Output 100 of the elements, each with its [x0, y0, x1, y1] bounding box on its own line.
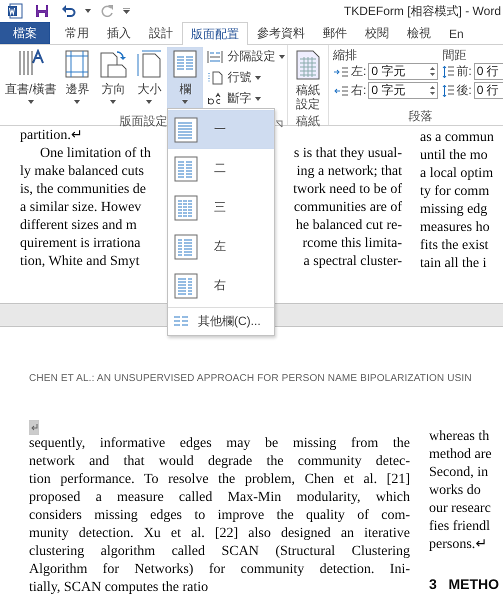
text-line: fies friendl [429, 518, 492, 536]
column-layout-icon [174, 116, 198, 142]
text-line: until the mo [420, 147, 489, 165]
spin-up-icon[interactable] [430, 67, 436, 70]
text-line: fits the exist [420, 237, 490, 255]
text-fragment: a spectral cluster- [304, 253, 402, 271]
caret-icon [74, 100, 80, 104]
menu-item[interactable]: 一 [168, 110, 274, 149]
running-header: CHEN ET AL.: AN UNSUPERVISED APPROACH FOR PERSON NAME BIPOLARIZATION USIN [29, 373, 473, 384]
menu-item[interactable]: 其他欄(C)... [168, 310, 274, 332]
column-layout-icon [174, 156, 198, 182]
text-line: persons.↵ [429, 536, 488, 554]
section-heading: 3 METHO [429, 576, 500, 592]
text-line: method are [429, 446, 493, 464]
caret-icon [28, 100, 34, 104]
text-line: Second, in [429, 464, 490, 482]
spin-field[interactable]: 0 行 [474, 63, 503, 80]
page-orientation-icon [100, 51, 127, 78]
field-label: 左: [351, 63, 366, 80]
text-line: ty for comm [420, 183, 490, 201]
text-line: tain all the i [420, 255, 488, 273]
ribbon-tab[interactable]: 參考資料 [248, 22, 314, 44]
paragraph-mark-icon [29, 420, 39, 435]
page-break-icon [207, 50, 224, 64]
ribbon-tab[interactable]: 檔案 [0, 22, 50, 44]
caret-icon[interactable] [85, 9, 91, 13]
text-line: our researc [429, 500, 492, 518]
column-layout-icon [174, 272, 198, 298]
undo-icon[interactable] [61, 3, 77, 19]
text-line: network and that would degrade the community detec- [29, 453, 410, 471]
ribbon-button[interactable]: 邊界 [59, 47, 96, 113]
text-fragment: ly make balanced cuts [20, 163, 144, 181]
text-fragment: partition.↵ [20, 127, 83, 145]
text-fragment: s is that they usual- [294, 145, 402, 163]
text-fragment: he balanced cut re- [296, 217, 402, 235]
text-line: whereas th [429, 428, 490, 446]
ribbon-tab[interactable]: 插入 [98, 22, 140, 44]
ribbon-tab[interactable]: 版面配置 [182, 22, 248, 45]
field-label: 後: [456, 82, 472, 99]
ribbon-small-button[interactable]: 斷字 [205, 89, 288, 108]
ribbon-small-button[interactable]: 行號 [205, 68, 288, 87]
spin-field[interactable]: 0 行 [474, 82, 503, 99]
column-layout-icon [174, 234, 198, 260]
menu-item[interactable]: 二 [168, 149, 274, 188]
spin-field[interactable]: 0 字元 [368, 82, 438, 99]
text-line: as a commun [420, 129, 494, 147]
spin-up-icon[interactable] [430, 86, 436, 89]
menu-item[interactable]: 左 [168, 227, 274, 266]
text-line: proposed a measure called Max-Min modularity, which [29, 489, 410, 507]
text-fragment: rcome this limita- [302, 235, 402, 253]
ribbon-tab[interactable]: 檢視 [398, 22, 440, 44]
caret-icon [255, 76, 262, 80]
caret-icon [110, 100, 116, 104]
text-line: missing edg [420, 201, 488, 219]
indent-label: 縮排 [333, 47, 358, 61]
save-icon[interactable] [34, 3, 50, 19]
text-fragment: ing a network; that [296, 163, 402, 181]
text-line: tion performance. To resolve the problem, Chen et al. [21] [29, 471, 410, 489]
ribbon-small-button[interactable]: 分隔設定 [205, 47, 288, 66]
ribbon-button[interactable]: 直書/橫書 [2, 47, 60, 113]
customize-caret-icon[interactable] [123, 8, 130, 14]
text-line: sequently, informative edges may be missing from the [29, 435, 410, 453]
spacing-before-icon [442, 65, 454, 78]
ribbon-tab[interactable]: 郵件 [314, 22, 356, 44]
ribbon-button[interactable]: 大小 [131, 47, 168, 113]
ribbon-tab[interactable]: 設計 [140, 22, 182, 44]
window-title: TKDEForm [相容模式] - Word [344, 2, 502, 20]
caret-icon [279, 54, 286, 58]
spin-field[interactable]: 0 字元 [368, 63, 438, 80]
text-fragment: quirement is irrationa [20, 235, 141, 253]
manuscript-button[interactable]: 稿紙設定 [290, 47, 326, 113]
margins-icon [66, 50, 89, 78]
field-label: 前: [456, 63, 472, 80]
ribbon-tab[interactable]: 校閱 [356, 22, 398, 44]
text-fragment: is, the communities de [20, 181, 146, 199]
spin-down-icon[interactable] [430, 73, 436, 76]
line-numbers-icon [207, 70, 224, 84]
ribbon-tab[interactable]: En [440, 22, 473, 44]
dialog-launcher-icon[interactable] [275, 120, 283, 128]
indent-right-icon [333, 84, 349, 96]
text-fragment: One limitation of th [40, 145, 151, 163]
page-size-icon [138, 50, 162, 78]
text-fragment: communities are of [294, 199, 402, 217]
text-fragment: twork need to be of [293, 181, 402, 199]
ribbon-tab[interactable]: 常用 [56, 22, 98, 44]
text-fragment: tion, White and Smyt [20, 253, 140, 271]
menu-item[interactable]: 三 [168, 188, 274, 227]
text-line: measures ho [420, 219, 491, 237]
spin-down-icon[interactable] [430, 92, 436, 95]
ribbon-button[interactable]: 方向 [95, 47, 132, 113]
text-line: clustering algorithm called SCAN (Structural Clustering [29, 543, 410, 561]
group-label: 稿紙 [296, 113, 320, 130]
menu-item[interactable]: 右 [168, 266, 274, 305]
text-line: a local optim [420, 165, 494, 183]
group-label: 段落 [407, 108, 434, 125]
spacing-label: 間距 [442, 47, 468, 61]
spacing-after-icon [442, 84, 454, 97]
text-line: tially, SCAN computes the ratio [29, 579, 210, 597]
text-fragment: different sizes and m [20, 217, 137, 235]
word-logo-icon [7, 3, 23, 19]
